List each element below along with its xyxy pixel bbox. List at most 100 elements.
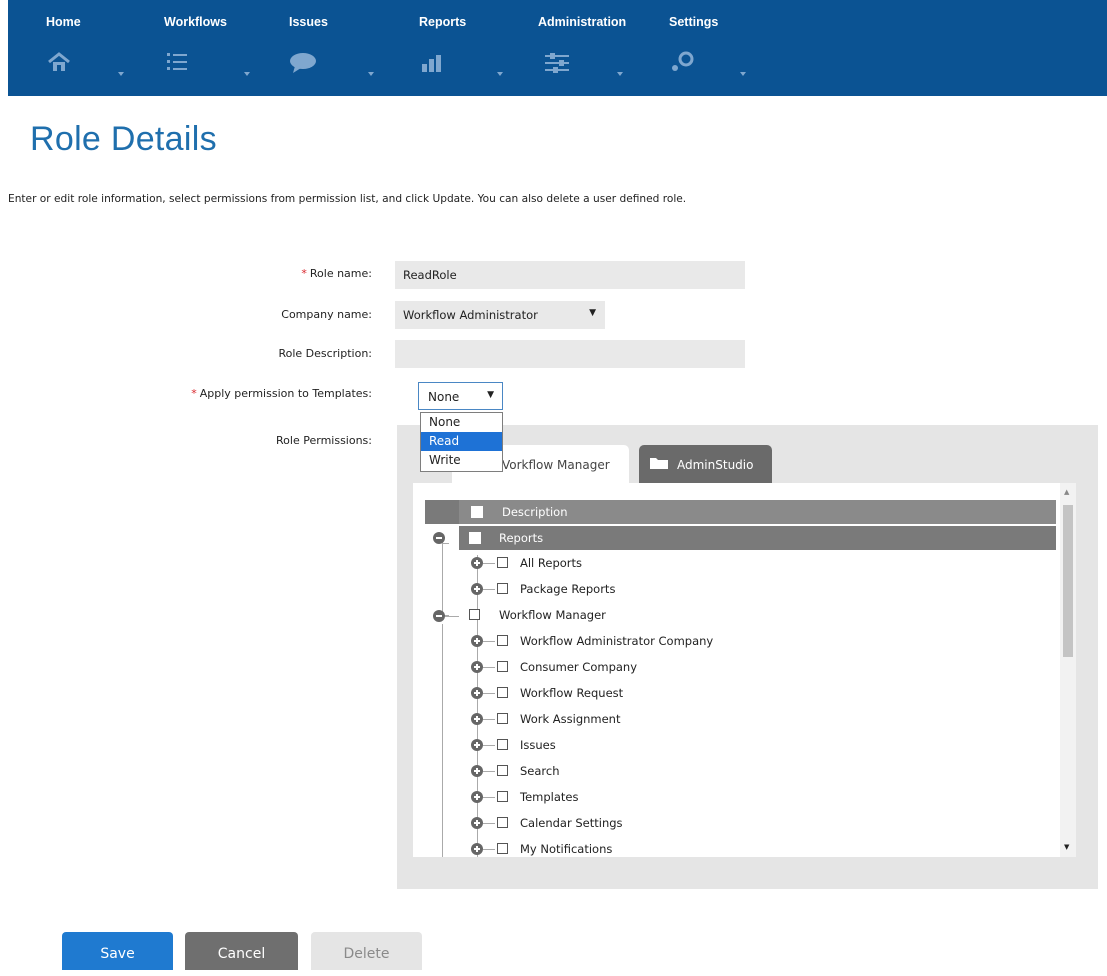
tree-row[interactable]: Templates	[469, 785, 869, 809]
nav-workflows-label: Workflows	[164, 15, 227, 29]
save-button[interactable]: Save	[62, 932, 173, 970]
role-description-label: Role Description:	[278, 347, 372, 360]
expand-icon[interactable]	[471, 583, 483, 595]
role-name-input[interactable]	[395, 261, 745, 289]
row-checkbox[interactable]	[497, 687, 508, 698]
tree-scrollbar[interactable]: ▲ ▼	[1060, 483, 1076, 857]
chevron-down-icon	[740, 72, 746, 76]
row-checkbox[interactable]	[497, 557, 508, 568]
chevron-down-icon	[617, 72, 623, 76]
expand-icon[interactable]	[471, 817, 483, 829]
delete-button[interactable]: Delete	[311, 932, 422, 970]
row-checkbox[interactable]	[469, 609, 480, 620]
expand-icon[interactable]	[471, 739, 483, 751]
collapse-icon[interactable]	[433, 610, 445, 622]
tree-row[interactable]: All Reports	[469, 551, 869, 575]
nav-settings[interactable]: Settings	[663, 0, 763, 96]
row-checkbox[interactable]	[497, 635, 508, 646]
required-mark: *	[191, 387, 197, 400]
tree-row[interactable]: Search	[469, 759, 869, 783]
tree-header-row: Description	[425, 500, 1056, 524]
tree-row-label: Templates	[520, 790, 579, 804]
row-checkbox[interactable]	[497, 817, 508, 828]
permissions-tree: Description Reports All Reports Package …	[413, 483, 1076, 857]
company-name-select[interactable]: Workflow Administrator ▼	[395, 301, 605, 329]
tree-row[interactable]: Workflow Request	[469, 681, 869, 705]
dropdown-option-write[interactable]: Write	[421, 451, 502, 470]
row-checkbox[interactable]	[497, 739, 508, 750]
home-icon	[48, 52, 70, 71]
tree-row[interactable]: Workflow Manager	[459, 603, 859, 627]
row-checkbox[interactable]	[497, 713, 508, 724]
tree-row[interactable]: Package Reports	[469, 577, 869, 601]
tree-row-label: Work Assignment	[520, 712, 621, 726]
nav-reports-label: Reports	[419, 15, 467, 29]
tree-row-label: Workflow Request	[520, 686, 624, 700]
folder-icon	[650, 458, 668, 469]
row-checkbox[interactable]	[497, 661, 508, 672]
company-name-label: Company name:	[281, 308, 372, 321]
nav-settings-label: Settings	[669, 15, 719, 29]
row-checkbox[interactable]	[497, 843, 508, 854]
tree-row-label: Workflow Administrator Company	[520, 634, 714, 648]
nav-administration-label: Administration	[538, 15, 627, 29]
dropdown-option-read[interactable]: Read	[421, 432, 502, 451]
company-name-value: Workflow Administrator	[403, 308, 538, 322]
apply-templates-select[interactable]: None ▼	[418, 382, 503, 410]
tab-adminstudio-label: AdminStudio	[677, 458, 754, 472]
tree-row-label: Issues	[520, 738, 556, 752]
tree-row-label: Workflow Manager	[499, 608, 606, 622]
apply-templates-dropdown: None Read Write	[420, 412, 503, 472]
tree-row[interactable]: Workflow Administrator Company	[469, 629, 869, 653]
select-all-checkbox[interactable]	[471, 506, 483, 518]
tree-row[interactable]: Consumer Company	[469, 655, 869, 679]
role-permissions-label: Role Permissions:	[276, 434, 372, 447]
row-checkbox[interactable]	[497, 765, 508, 776]
tab-adminstudio[interactable]: AdminStudio	[639, 445, 772, 483]
cancel-button[interactable]: Cancel	[185, 932, 298, 970]
chevron-down-icon	[118, 72, 124, 76]
row-checkbox[interactable]	[469, 532, 481, 544]
tree-row-label: Consumer Company	[520, 660, 638, 674]
role-description-input[interactable]	[395, 340, 745, 368]
expand-icon[interactable]	[471, 687, 483, 699]
expand-icon[interactable]	[471, 557, 483, 569]
nav-issues-label: Issues	[289, 15, 328, 29]
dropdown-option-none[interactable]: None	[421, 413, 502, 432]
tree-row[interactable]: My Notifications	[469, 837, 869, 857]
nav-reports[interactable]: Reports	[413, 0, 513, 96]
expand-icon[interactable]	[471, 661, 483, 673]
expand-icon[interactable]	[471, 635, 483, 647]
apply-templates-value: None	[428, 390, 460, 404]
nav-home-label: Home	[46, 15, 81, 29]
expand-icon[interactable]	[471, 713, 483, 725]
expand-icon[interactable]	[471, 843, 483, 855]
page-title: Role Details	[30, 120, 217, 158]
tree-row[interactable]: Issues	[469, 733, 869, 757]
scrollbar-thumb[interactable]	[1063, 505, 1073, 657]
tree-row-label: My Notifications	[520, 842, 613, 856]
tree-row-label: Calendar Settings	[520, 816, 623, 830]
tree-row[interactable]: Reports	[459, 526, 1056, 550]
expand-icon[interactable]	[471, 791, 483, 803]
row-checkbox[interactable]	[497, 583, 508, 594]
nav-issues[interactable]: Issues	[283, 0, 383, 96]
row-checkbox[interactable]	[497, 791, 508, 802]
apply-templates-label: * Apply permission to Templates:	[191, 387, 372, 400]
chevron-down-icon	[244, 72, 250, 76]
scroll-down-icon[interactable]: ▼	[1064, 843, 1069, 851]
collapse-icon[interactable]	[433, 532, 445, 544]
speech-bubble-icon	[290, 53, 316, 73]
dropdown-arrow-icon: ▼	[589, 308, 596, 318]
page-instructions: Enter or edit role information, select p…	[8, 193, 687, 205]
tree-row[interactable]: Work Assignment	[469, 707, 869, 731]
tree-row[interactable]: Calendar Settings	[469, 811, 869, 835]
scroll-up-icon[interactable]: ▲	[1064, 488, 1069, 496]
chevron-down-icon	[368, 72, 374, 76]
expand-icon[interactable]	[471, 765, 483, 777]
tree-row-label: Package Reports	[520, 582, 616, 596]
nav-administration[interactable]: Administration	[538, 0, 648, 96]
nav-home[interactable]: Home	[40, 0, 130, 96]
nav-workflows[interactable]: Workflows	[160, 0, 260, 96]
gears-icon	[672, 51, 694, 71]
